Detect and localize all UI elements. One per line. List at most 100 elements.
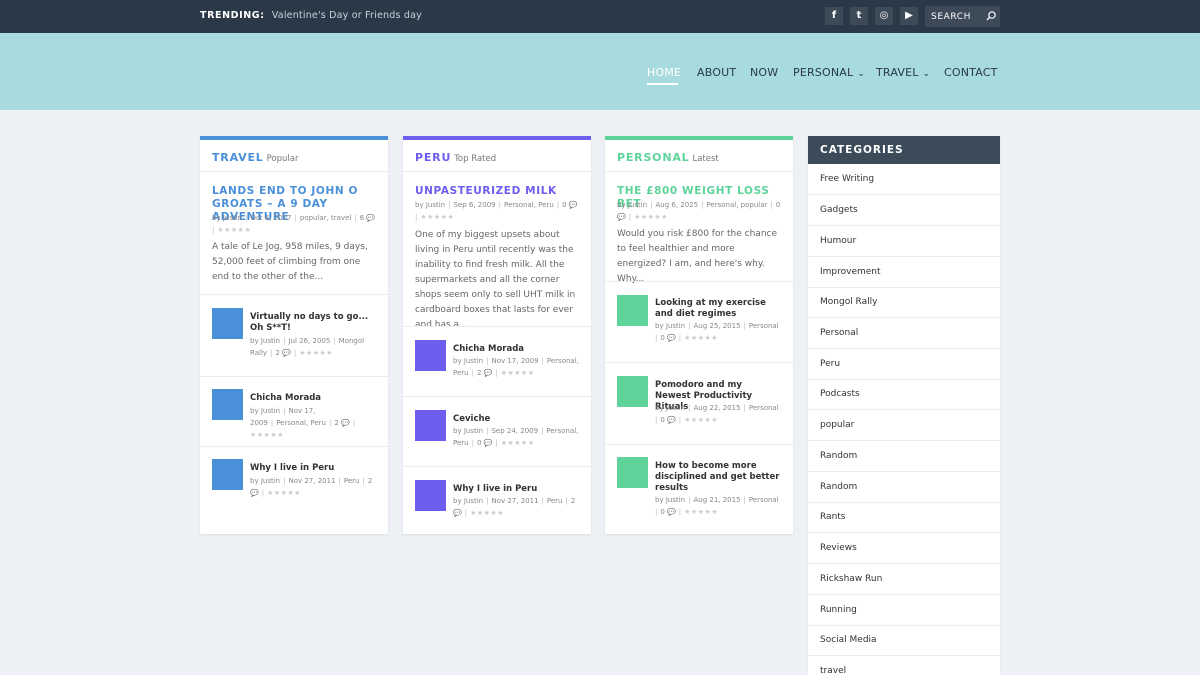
post-title[interactable]: Ceviche: [453, 414, 578, 425]
post-meta: by Justin | Jul 26, 2005 | Mongol Rally | 2 💬 |…: [250, 337, 365, 357]
card-category[interactable]: PERSONAL: [617, 151, 689, 164]
category-link[interactable]: Rickshaw Run: [808, 564, 1000, 595]
category-link[interactable]: Humour: [808, 226, 1000, 257]
post-meta: by Justin | Nov 17, 2009 | Personal, Peru | 2 …: [453, 357, 579, 377]
featured-post-excerpt: One of my biggest upsets about living in…: [415, 230, 576, 330]
featured-post-excerpt: A tale of Le Jog, 958 miles, 9 days, 52,…: [212, 242, 368, 282]
categories-widget: CATEGORIES Free Writing Gadgets Humour I…: [808, 136, 1000, 675]
comment-icon: 💬: [667, 416, 676, 424]
search-box: [925, 6, 1000, 27]
comment-icon: 💬: [617, 213, 626, 221]
author-link[interactable]: Justin: [426, 201, 445, 209]
category-link[interactable]: travel: [808, 656, 1000, 675]
divider: [605, 281, 793, 282]
comment-icon: 💬: [453, 509, 462, 517]
post-title[interactable]: How to become more disciplined and get b…: [655, 461, 780, 494]
nav-home[interactable]: HOME: [647, 66, 681, 79]
nav-personal[interactable]: PERSONAL ⌄: [793, 66, 865, 79]
nav-travel[interactable]: TRAVEL ⌄: [876, 66, 930, 79]
comment-icon: 💬: [341, 419, 350, 427]
post-tags[interactable]: Personal, Peru: [504, 201, 554, 209]
category-link[interactable]: Improvement: [808, 257, 1000, 288]
category-link[interactable]: popular: [808, 410, 1000, 441]
comment-icon: 💬: [667, 334, 676, 342]
search-input[interactable]: [931, 9, 983, 24]
category-link[interactable]: Random: [808, 472, 1000, 503]
nav-contact[interactable]: CONTACT: [944, 66, 998, 79]
post-thumbnail[interactable]: [415, 340, 446, 371]
card-header: PERU Top Rated: [415, 151, 496, 164]
category-link[interactable]: Gadgets: [808, 195, 1000, 226]
category-link[interactable]: Peru: [808, 349, 1000, 380]
category-link[interactable]: Social Media: [808, 625, 1000, 656]
site-header: HOME ABOUT NOW PERSONAL ⌄ TRAVEL ⌄ CONTACT: [0, 33, 1200, 110]
category-link[interactable]: Rants: [808, 502, 1000, 533]
nav-about[interactable]: ABOUT: [697, 66, 736, 79]
comment-icon: 💬: [667, 508, 676, 516]
post-tags[interactable]: Personal, popular: [706, 201, 767, 209]
post-thumbnail[interactable]: [212, 308, 243, 339]
post-meta: by Justin | Aug 21, 2015 | Personal | 0 💬 | ★★★★…: [655, 496, 779, 516]
trending-link[interactable]: Valentine's Day or Friends day: [272, 10, 422, 21]
divider: [605, 444, 793, 445]
instagram-icon[interactable]: ◎: [875, 7, 893, 25]
post-thumbnail[interactable]: [212, 459, 243, 490]
trending-bar: TRENDING: Valentine's Day or Friends day: [200, 10, 422, 21]
category-link[interactable]: Podcasts: [808, 379, 1000, 410]
card-category[interactable]: PERU: [415, 151, 451, 164]
divider: [403, 396, 591, 397]
card-subtitle: Latest: [692, 154, 719, 164]
comment-icon: 💬: [483, 439, 493, 447]
post-thumbnail[interactable]: [617, 457, 648, 488]
divider: [403, 171, 591, 172]
card-header: TRAVEL Popular: [212, 151, 298, 164]
post-meta: by Justin | Nov 27, 2011 | Peru | 2 💬 | ★★★★★: [250, 477, 373, 497]
category-link[interactable]: Running: [808, 595, 1000, 626]
post-title[interactable]: Why I live in Peru: [250, 463, 375, 474]
post-title[interactable]: Why I live in Peru: [453, 484, 578, 495]
comment-icon: 💬: [250, 489, 259, 497]
divider: [200, 294, 388, 295]
card-header: PERSONAL Latest: [617, 151, 719, 164]
post-thumbnail[interactable]: [415, 410, 446, 441]
facebook-icon[interactable]: f: [825, 7, 843, 25]
post-title[interactable]: Chicha Morada: [453, 344, 578, 355]
category-link[interactable]: Random: [808, 441, 1000, 472]
post-title[interactable]: Chicha Morada: [250, 393, 375, 404]
category-link[interactable]: Free Writing: [808, 164, 1000, 195]
post-thumbnail[interactable]: [617, 376, 648, 407]
search-icon[interactable]: [985, 10, 997, 22]
post-thumbnail[interactable]: [617, 295, 648, 326]
comment-count[interactable]: 0: [776, 201, 780, 209]
post-meta: by Justin | Nov 17, 2009 | Personal, Peru | 2 …: [250, 407, 356, 439]
post-date: Oct 4, 2017: [250, 214, 292, 222]
post-date: Sep 6, 2009: [453, 201, 496, 209]
post-meta: by Justin | Aug 22, 2015 | Personal | 0 💬 | ★★★★…: [655, 404, 779, 424]
post-thumbnail[interactable]: [415, 480, 446, 511]
twitter-icon[interactable]: t: [850, 7, 868, 25]
rating-stars: ★★★★★: [420, 213, 455, 221]
post-thumbnail[interactable]: [212, 389, 243, 420]
comment-count[interactable]: 6: [360, 214, 364, 222]
category-link[interactable]: Personal: [808, 318, 1000, 349]
category-link[interactable]: Reviews: [808, 533, 1000, 564]
divider: [200, 171, 388, 172]
featured-post-excerpt: Would you risk £800 for the chance to fe…: [617, 229, 778, 284]
author-link[interactable]: Justin: [223, 214, 242, 222]
widget-title: CATEGORIES: [808, 136, 1000, 164]
divider: [605, 362, 793, 363]
youtube-icon[interactable]: ▶: [900, 7, 918, 25]
nav-now[interactable]: NOW: [750, 66, 778, 79]
card-subtitle: Top Rated: [454, 154, 497, 164]
featured-post-meta: by Justin | Aug 6, 2025 | Personal, popular |…: [617, 201, 781, 221]
post-tags[interactable]: popular, travel: [300, 214, 351, 222]
category-card-peru: PERU Top Rated UNPASTEURIZED MILK by Just…: [403, 136, 591, 534]
post-title[interactable]: Looking at my exercise and diet regimes: [655, 298, 780, 320]
category-link[interactable]: Mongol Rally: [808, 287, 1000, 318]
author-link[interactable]: Justin: [628, 201, 647, 209]
divider: [605, 171, 793, 172]
comment-count[interactable]: 0: [562, 201, 566, 209]
card-category[interactable]: TRAVEL: [212, 151, 264, 164]
post-title[interactable]: Virtually no days to go... Oh S**T!: [250, 312, 375, 334]
featured-post-title[interactable]: UNPASTEURIZED MILK: [415, 185, 585, 198]
